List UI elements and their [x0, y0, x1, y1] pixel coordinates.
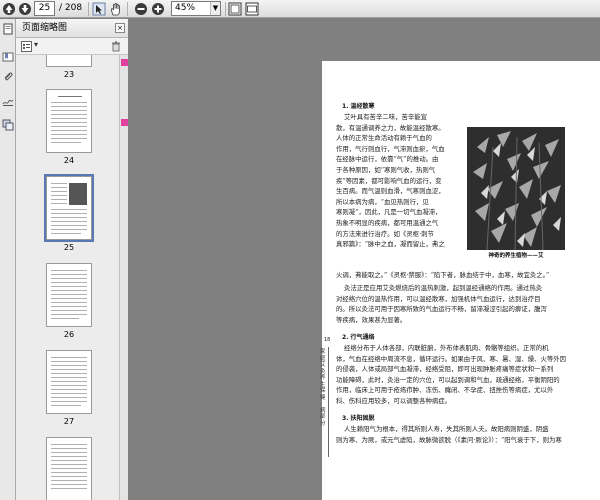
para1-line: 的方法来进行治疗。如《灵枢·刺节 — [336, 229, 434, 238]
para1-line: 疾”等因素，都可影响气血的运行，变 — [336, 176, 442, 185]
para1-line: 艾叶具有苦辛二味，苦辛能宣 — [344, 113, 428, 121]
thumbnail-list: 23 24 25 26 27 — [16, 55, 119, 500]
thumbnail-scrollbar[interactable] — [119, 55, 128, 500]
margin-rule — [328, 347, 329, 457]
trash-icon[interactable] — [111, 41, 121, 52]
fit-width-icon — [245, 2, 259, 16]
para2-line: 的。所以灸法可用于因寒所致的气血运行不畅，留滞凝涩引起的痹证，腹泻 — [336, 305, 547, 314]
fit-page-button[interactable] — [228, 2, 242, 16]
layers-icon[interactable] — [2, 119, 14, 131]
toolbar-divider — [127, 2, 128, 16]
select-tool-button[interactable] — [92, 2, 106, 16]
panel-toolbar: ▾ — [16, 38, 128, 55]
page-thumbnail-25[interactable] — [44, 174, 94, 242]
para3-line: 经络分布于人体各部，内联脏腑，外布体表肌肉、骨骼等组织。正常的机 — [344, 344, 549, 352]
cursor-select-icon — [92, 2, 106, 16]
hand-tool-button[interactable] — [109, 2, 123, 16]
chevron-down-icon[interactable]: ▼ — [210, 2, 220, 15]
artemisia-photo — [467, 127, 565, 250]
toolbar-divider — [225, 2, 226, 16]
panel-title: 页面缩略图 — [22, 23, 68, 33]
thumbnail-label-26: 26 — [63, 330, 75, 339]
para1-line: 于各种原因，如“寒则气收，热则气 — [336, 166, 436, 174]
section-heading: 1. 温经散寒 — [342, 103, 375, 110]
minus-icon — [135, 3, 147, 15]
page-thumbnail-23[interactable] — [46, 55, 92, 67]
navigation-rail — [0, 19, 16, 500]
para1-line: 所以本病为病，“血见热则行，见 — [336, 197, 429, 206]
para2-line: 灸法正是应用艾灸燃烧后的温热刺激，起到温经通络的作用。通过热灸 — [344, 284, 543, 292]
arrow-up-icon — [3, 3, 15, 15]
para3-line: 功能障碍，此时，灸治一定的穴位，可以起到调和气血，疏通经络，平衡阴阳的 — [336, 375, 560, 384]
document-view[interactable]: 1. 温经散寒 艾叶具有苦辛二味，苦辛能宣 散，有温通调养之力，故能温经散寒。 … — [128, 19, 600, 500]
thumbnail-label-24: 24 — [63, 156, 75, 165]
para2-line: 等疾病，效果甚为显著。 — [336, 315, 407, 324]
zoom-out-button[interactable] — [134, 2, 148, 16]
bookmark-icon[interactable] — [2, 51, 14, 63]
zoom-level-value: 45% — [175, 3, 196, 13]
para4-line: 人生赖阳气为根本，得其所则人寿，失其所则人夭。故阳病则阴盛，阴盛 — [344, 425, 549, 433]
scroll-marker — [121, 59, 128, 66]
page-number: 18 — [324, 337, 331, 343]
para1-line: 人体的正常生命活动有赖于气血的 — [336, 134, 432, 143]
options-menu-icon[interactable] — [21, 41, 32, 52]
document-page: 1. 温经散寒 艾叶具有苦辛二味，苦辛能宣 散，有温通调养之力，故能温经散寒。 … — [322, 61, 600, 500]
page-thumbnail-26[interactable] — [46, 263, 92, 327]
thumbnail-label-27: 27 — [63, 417, 75, 426]
next-page-button[interactable] — [18, 2, 32, 16]
panel-header: 页面缩略图 × — [16, 19, 128, 38]
page-thumbnails-tab-icon[interactable] — [2, 23, 14, 35]
running-side-title: 家庭艾灸养生保健 · 病部分 — [320, 349, 326, 427]
para1-line: 生百病。而气温则血滑，气寒则血涩， — [336, 187, 445, 196]
para1-line: 热象不明显的疾病，都可用温通之气 — [336, 219, 439, 227]
arrow-down-icon — [19, 3, 31, 15]
zoom-level-select[interactable]: 45% ▼ — [171, 1, 221, 16]
plus-icon — [152, 3, 164, 15]
signatures-icon[interactable] — [2, 95, 14, 107]
plant-image — [467, 127, 565, 250]
para3-line: 科、伤科应用较多，可以调整各种病症。 — [336, 397, 452, 405]
para3-line: 体，气血在经络中周流不息，循环运行。如果由于风、寒、暑、湿、燥、火等外因 — [336, 354, 567, 363]
thumbnail-label-25: 25 — [63, 243, 75, 252]
para1-line: 寒则凝”，因此，凡是一切气血凝滞， — [336, 208, 442, 217]
page-thumbnail-24[interactable] — [46, 89, 92, 153]
thumbnail-label-23: 23 — [63, 70, 75, 79]
para1-line: 散，有温通调养之力，故能温经散寒。 — [336, 123, 445, 132]
page-thumbnail-28[interactable] — [46, 437, 92, 500]
para2-line: 对经络穴位的温热作用，可以温经散寒，加强机体气血运行，达到治疗目 — [336, 294, 541, 303]
thumbnails-panel: 页面缩略图 × ▾ 23 24 25 26 27 — [16, 19, 128, 500]
close-panel-button[interactable]: × — [115, 23, 125, 33]
toolbar-divider — [88, 2, 89, 16]
scroll-marker — [121, 119, 128, 126]
para1-line: 真邪篇》：“脉中之血，凝而留止，弗之 — [336, 240, 445, 249]
zoom-in-button[interactable] — [151, 2, 165, 16]
photo-caption: 神奇的养生植物——艾 — [488, 253, 544, 259]
para1-line: 火调，弗能取之。”《灵枢·禁服》：“陷下者，脉血结于中，血寒，故宜灸之。” — [336, 271, 550, 279]
hand-icon — [110, 3, 120, 16]
para4-line: 则为寒、为厥，或元气虚陷，故脉微欲脱（《素问·厥论》）：“阳气衰于下，则为寒 — [336, 435, 562, 444]
fit-page-icon — [228, 2, 242, 16]
previous-page-button[interactable] — [2, 2, 16, 16]
para1-line: 在经脉中运行，依靠“气”的推动。由 — [336, 155, 439, 164]
toolbar: 25 / 208 45% ▼ — [0, 0, 600, 18]
page-thumbnail-27[interactable] — [46, 350, 92, 414]
para3-line: 作用，临床上可用于疮疡疖肿、冻伤、癃闭、不孕症、扭挫伤等病症，尤以外 — [336, 386, 554, 395]
page-number-input[interactable]: 25 — [34, 1, 55, 16]
section-heading: 3. 扶阳固脱 — [342, 415, 375, 422]
attachment-icon[interactable] — [2, 71, 14, 83]
page-total-label: / 208 — [59, 3, 83, 13]
para3-line: 的侵袭，人体或局部气血凝滞，经络受阻，即可出现肿胀疼痛等症状和一系列 — [336, 365, 554, 374]
section-heading: 2. 行气通络 — [342, 334, 375, 341]
para1-line: 作用，气行则血行，气滞则血瘀，气血 — [336, 144, 445, 153]
options-dropdown-arrow[interactable]: ▾ — [34, 40, 38, 49]
fit-width-button[interactable] — [245, 2, 259, 16]
